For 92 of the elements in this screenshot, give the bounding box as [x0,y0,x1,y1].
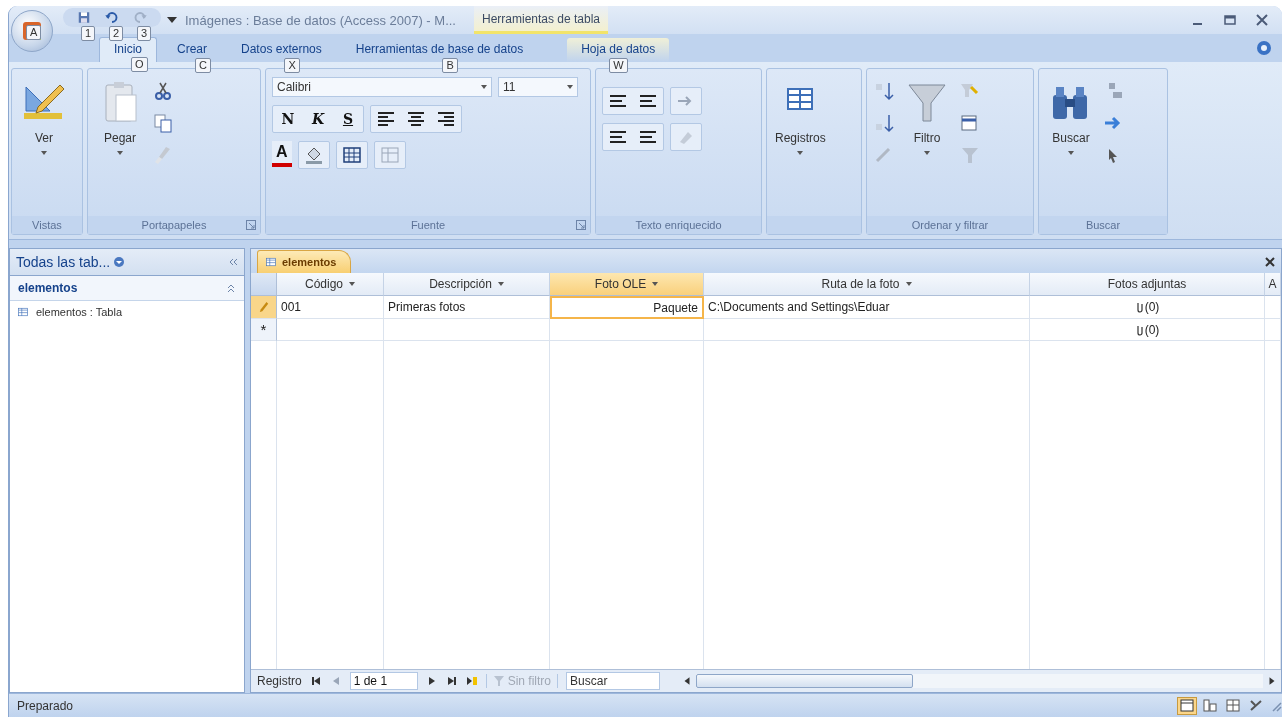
group-label: Vistas [32,219,62,231]
ribbon-tab[interactable]: Hoja de datos [567,38,670,62]
paperclip-icon [1134,301,1145,313]
scrollbar-thumb[interactable] [696,674,914,688]
navigation-item[interactable]: elementos : Tabla [10,301,244,323]
column-header[interactable]: Foto OLE [550,273,704,296]
toggle-filter-icon[interactable] [959,145,981,165]
attachment-cell: (0) [1030,296,1265,319]
datasheet-view-icon[interactable] [1177,696,1197,715]
sort-descending-icon[interactable] [873,113,895,133]
table-cell: C:\Documents and Settings\Eduar [704,296,1030,319]
keytip-label: O [131,57,148,72]
help-icon[interactable] [1256,40,1272,56]
pencil-icon [258,301,269,313]
record-position-field[interactable]: 1 de 1 [349,672,418,690]
keytip-label: C [195,58,211,73]
group-label: Portapapeles [141,219,207,231]
table-icon [266,256,276,268]
dialog-launcher-icon[interactable] [576,220,586,230]
scroll-right-icon[interactable] [1267,676,1277,686]
resize-grip-icon [1270,699,1282,712]
scissors-icon[interactable] [152,81,174,101]
caret-icon [797,151,804,155]
close-icon[interactable] [1256,14,1268,26]
dialog-launcher-icon[interactable] [246,220,256,230]
caret-icon[interactable] [652,282,659,286]
attachment-cell: (0) [1030,319,1265,341]
caret-icon [117,151,123,155]
font-name-field[interactable]: Calibri [272,77,492,97]
caret-icon[interactable] [349,282,355,286]
chevron-icon[interactable] [226,283,236,293]
first-record-button[interactable] [309,675,322,687]
font-size-field[interactable]: 11 [498,77,578,97]
search-field[interactable]: Buscar [566,672,661,690]
contextual-tab-title: Herramientas de tabla [473,6,609,34]
underline-button[interactable]: S [333,106,363,132]
keytip-label: A [26,25,42,40]
scrollbar-track[interactable] [696,674,1263,688]
column-header[interactable]: Fotos adjuntas [1030,273,1265,296]
caret-icon [1068,151,1074,155]
collapse-pane-icon[interactable] [228,257,238,267]
keytip-label: W [609,58,628,73]
italic-button[interactable]: K [303,106,333,132]
column-header[interactable]: A [1265,273,1281,296]
new-record-marker: * [251,319,277,341]
table-cell [1265,296,1281,319]
bold-button[interactable]: N [273,106,303,132]
keytip-label: 2 [109,26,124,41]
filter-button[interactable]: Filtro [901,77,953,159]
dropdown-arrow-icon[interactable] [167,17,177,23]
document-tab[interactable]: elementos [257,250,352,273]
maximize-icon[interactable] [1224,14,1236,26]
paste-button[interactable]: Pegar [94,77,146,159]
status-text: Preparado [17,698,74,713]
column-header[interactable]: Ruta de la foto [704,273,1030,296]
column-header[interactable]: Código [277,273,384,296]
caret-icon [481,85,487,89]
new-record-button[interactable] [465,675,478,687]
pivot-chart-icon[interactable] [1223,696,1243,715]
keytip-label: 3 [137,26,152,41]
keytip-label: B [442,58,458,73]
keytip-label: X [284,58,300,73]
caret-icon [924,151,930,155]
column-header[interactable]: Descripción [384,273,550,296]
table-cell: 001 [277,296,384,319]
font-color-button[interactable]: A [272,141,292,167]
group-label: Fuente [410,219,446,231]
pivot-table-icon[interactable] [1200,696,1220,715]
view-button[interactable]: Ver [18,77,70,159]
caret-icon [567,85,573,89]
office-button[interactable]: A [11,10,53,52]
group-label: Buscar [1085,219,1121,231]
caret-icon[interactable] [497,282,504,286]
last-record-button[interactable] [445,675,458,687]
keytip-label: 1 [81,26,96,41]
records-button[interactable]: Registros [773,77,828,159]
sort-ascending-icon[interactable] [873,81,895,101]
paperclip-icon [1134,323,1145,336]
funnel-icon [492,675,505,687]
close-icon[interactable] [1265,257,1275,267]
copy-icon[interactable] [152,113,174,133]
record-label: Registro [257,674,302,688]
group-label: elementos [18,281,78,295]
group-label: Ordenar y filtrar [911,219,989,231]
scroll-left-icon[interactable] [682,676,693,686]
find-button[interactable]: Buscar [1045,77,1097,159]
caret-icon [41,151,47,155]
table-icon [18,306,28,318]
caret-icon[interactable] [905,282,912,286]
group-label: Texto enriquecido [635,219,722,231]
table-cell[interactable]: Paquete [550,296,704,319]
window-title: Imágenes : Base de datos (Access 2007) - M... [185,12,456,28]
